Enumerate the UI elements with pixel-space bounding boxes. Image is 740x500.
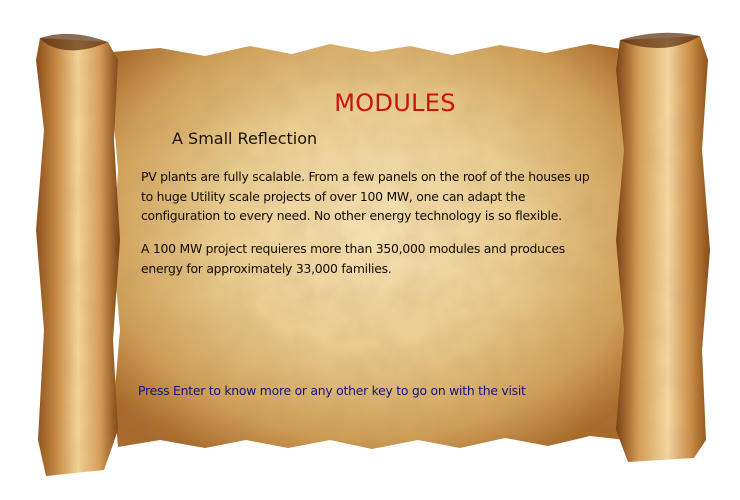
dialog-subtitle: A Small Reflection (172, 129, 318, 148)
continue-prompt: Press Enter to know more or any other ke… (138, 383, 526, 398)
dialog-paragraph: A 100 MW project requieres more than 350… (141, 241, 565, 276)
dialog-title: MODULES (334, 89, 456, 117)
dialog-paragraph: PV plants are fully scalable. From a few… (141, 169, 590, 223)
dialog-screen[interactable]: MODULES A Small Reflection PV plants are… (0, 0, 740, 500)
